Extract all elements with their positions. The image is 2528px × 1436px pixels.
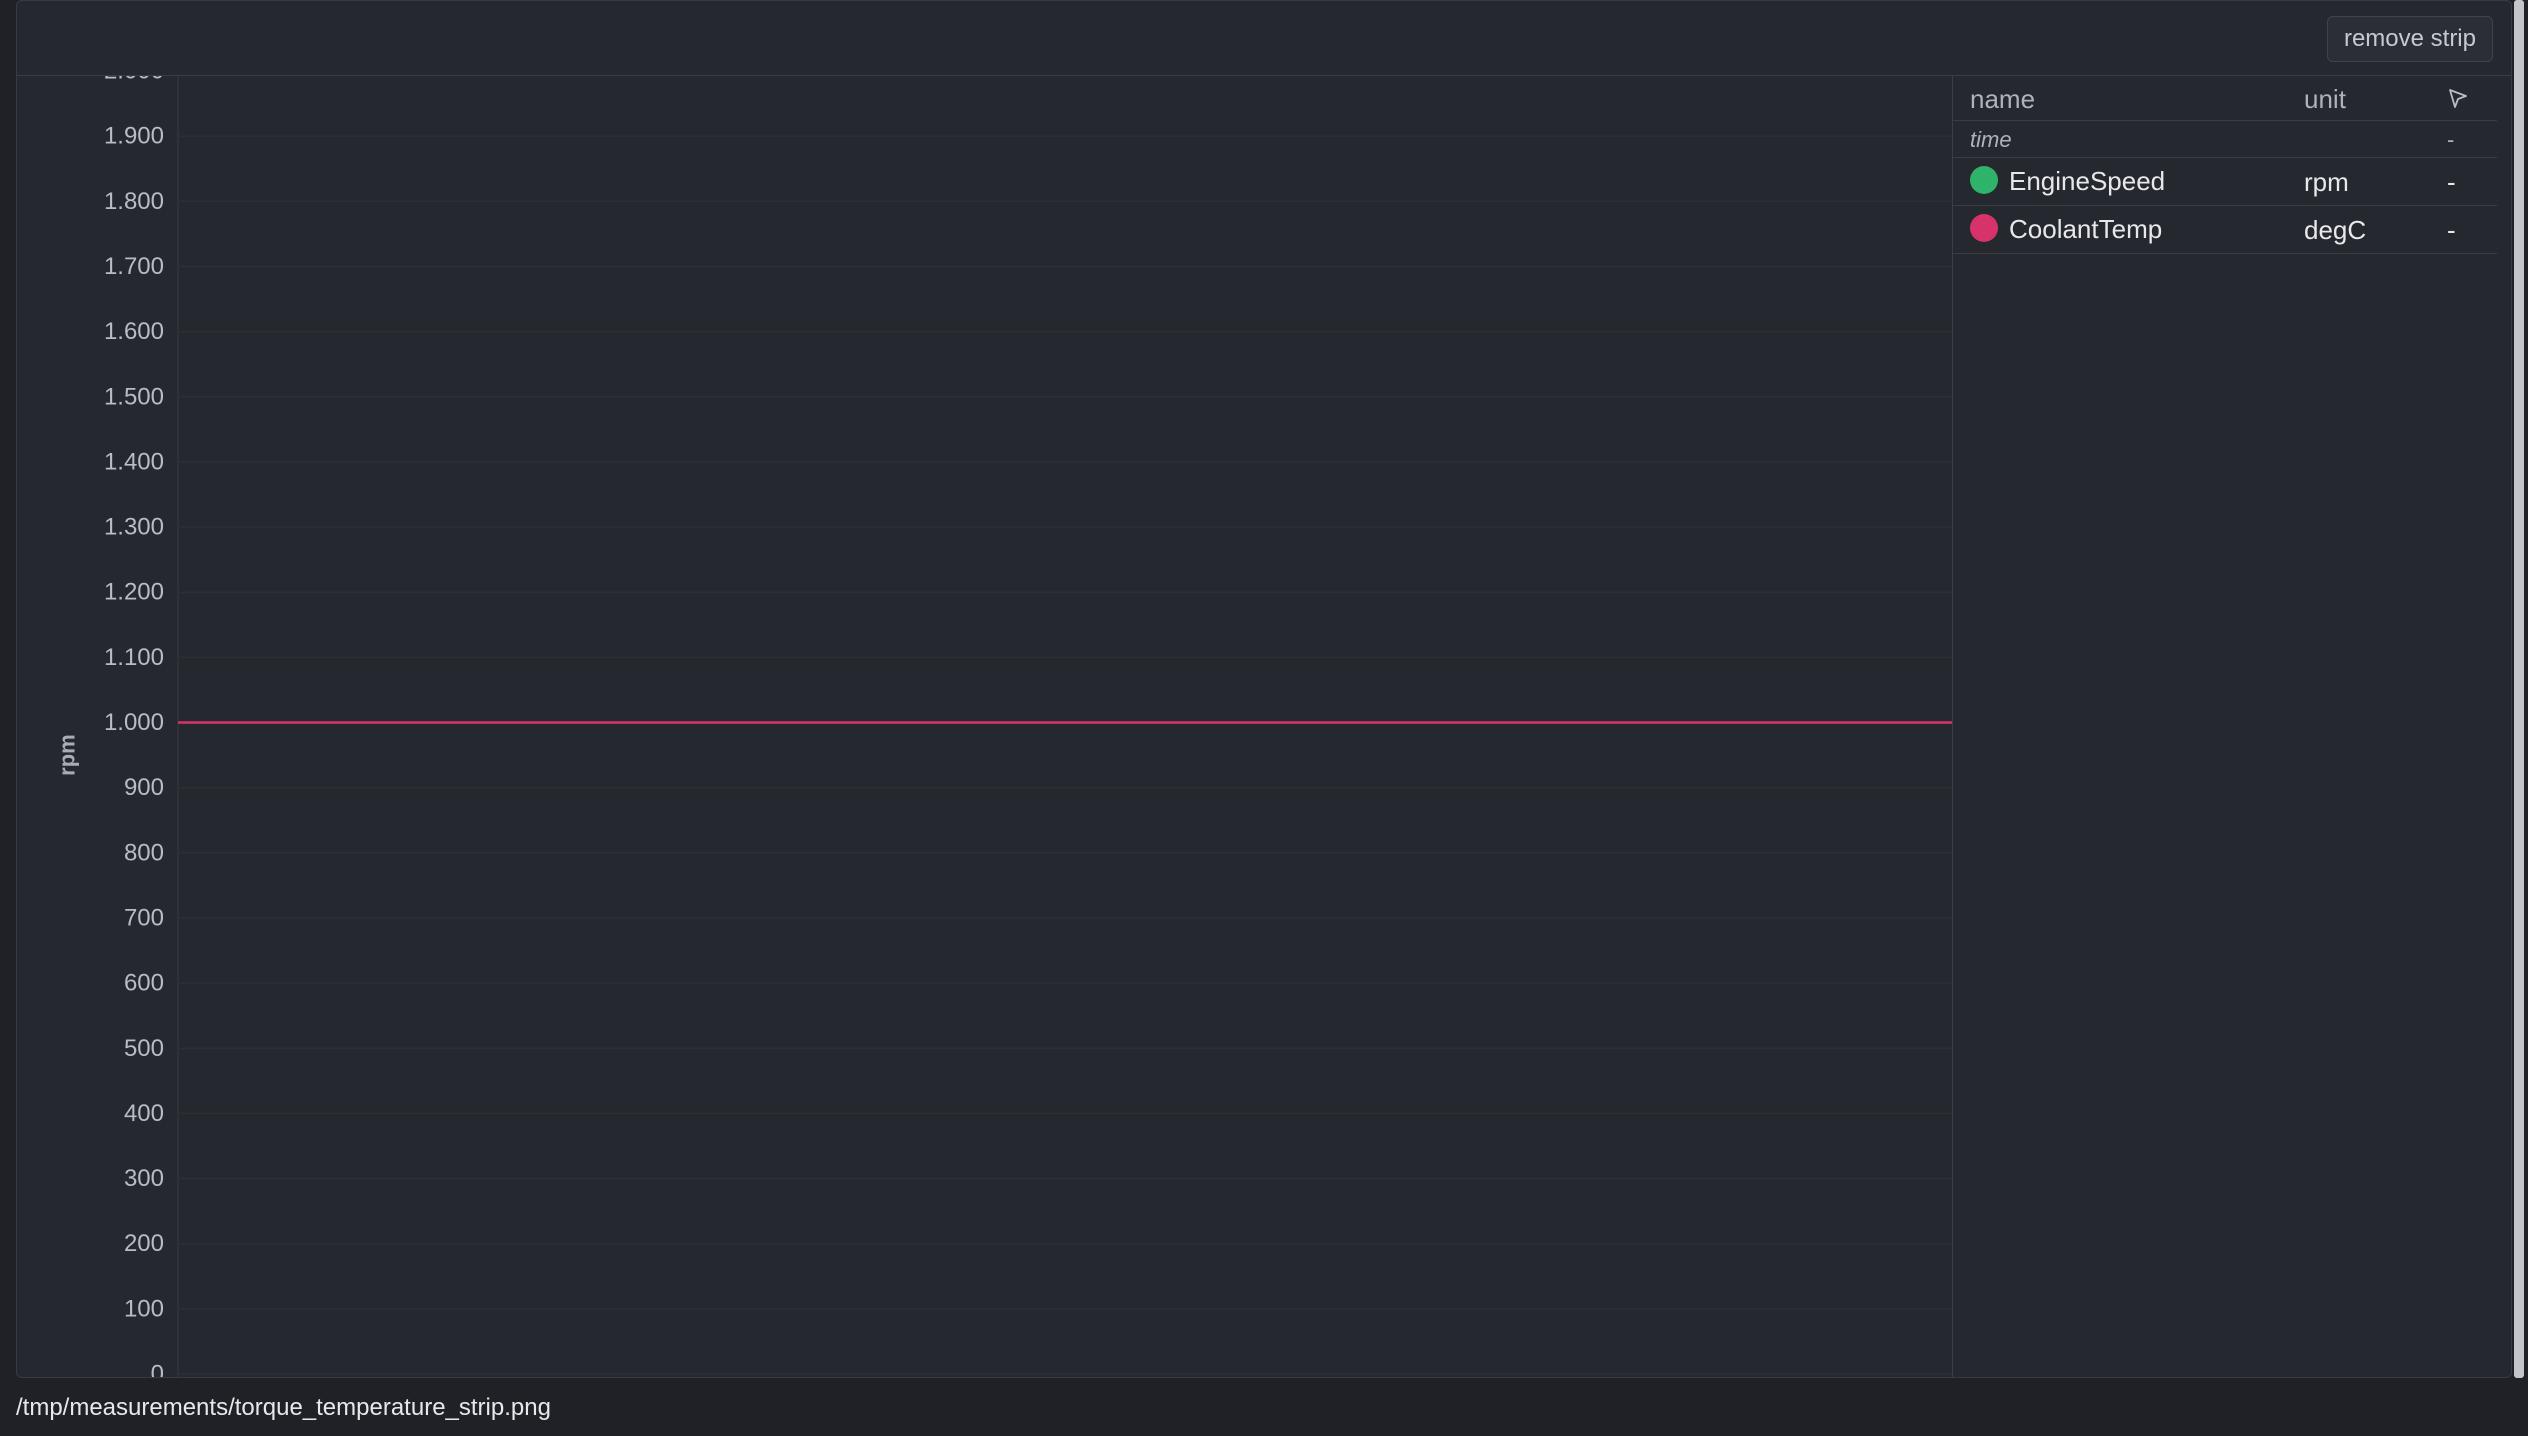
y-tick-label: 2.000 xyxy=(104,76,164,85)
remove-strip-button[interactable]: remove strip xyxy=(2326,16,2493,62)
y-tick-label: 700 xyxy=(124,904,164,931)
coolant-temp-unit: degC xyxy=(2304,215,2367,245)
name-column-header[interactable]: name xyxy=(1970,84,2035,115)
engine-speed-unit: rpm xyxy=(2304,167,2349,197)
y-axis-label: rpm xyxy=(55,734,80,776)
y-tick-label: 1.400 xyxy=(104,448,164,475)
y-tick-label: 500 xyxy=(124,1035,164,1062)
strip-toolbar: remove strip xyxy=(17,1,2511,76)
signal-row-engine-speed[interactable]: EngineSpeed rpm - xyxy=(1953,157,2497,206)
time-label: time xyxy=(1970,127,2012,152)
y-tick-label: 800 xyxy=(124,839,164,866)
y-tick-label: 1.500 xyxy=(104,383,164,410)
time-value: - xyxy=(2447,127,2455,152)
file-path: /tmp/measurements/torque_temperature_str… xyxy=(16,1394,551,1421)
y-tick-label: 0 xyxy=(151,1361,164,1379)
cursor-arrow-icon[interactable] xyxy=(2447,86,2469,117)
vertical-scrollbar[interactable] xyxy=(2514,0,2524,1378)
strip-panel: remove strip 0 100 200 300 400 500 600 700 800 90… xyxy=(16,0,2512,1378)
y-tick-label: 1.200 xyxy=(104,579,164,606)
y-tick-label: 200 xyxy=(124,1230,164,1257)
coolant-temp-color-dot[interactable] xyxy=(1970,214,1998,242)
unit-column-header[interactable]: unit xyxy=(2304,84,2346,115)
coolant-temp-name: CoolantTemp xyxy=(2009,214,2163,244)
engine-speed-value: - xyxy=(2447,167,2456,197)
signal-legend: name unit time - EngineSpeed rpm - Coola… xyxy=(1952,76,2497,1377)
plot-area[interactable]: 0 100 200 300 400 500 600 700 800 900 1.000 1.100 1.… xyxy=(17,76,1952,1378)
y-tick-label: 1.700 xyxy=(104,253,164,280)
chart[interactable]: 0 100 200 300 400 500 600 700 800 900 1.000 1.100 1.… xyxy=(17,76,1952,1378)
y-tick-label: 600 xyxy=(124,970,164,997)
engine-speed-name: EngineSpeed xyxy=(2009,166,2166,196)
y-tick-label: 1.300 xyxy=(104,514,164,541)
y-tick-label: 1.900 xyxy=(104,123,164,150)
engine-speed-color-dot[interactable] xyxy=(1970,166,1998,194)
legend-header-row: name unit xyxy=(1953,76,2497,121)
status-bar: /tmp/measurements/torque_temperature_str… xyxy=(0,1378,2528,1436)
y-tick-label: 400 xyxy=(124,1100,164,1127)
y-tick-label: 900 xyxy=(124,774,164,801)
signal-row-coolant-temp[interactable]: CoolantTemp degC - xyxy=(1953,205,2497,254)
y-tick-label: 300 xyxy=(124,1165,164,1192)
y-tick-label: 1.000 xyxy=(104,709,164,736)
time-row: time - xyxy=(1953,120,2497,158)
y-tick-label: 1.100 xyxy=(104,644,164,671)
y-tick-label: 1.800 xyxy=(104,188,164,215)
y-tick-label: 100 xyxy=(124,1295,164,1322)
y-tick-label: 1.600 xyxy=(104,318,164,345)
coolant-temp-value: - xyxy=(2447,215,2456,245)
